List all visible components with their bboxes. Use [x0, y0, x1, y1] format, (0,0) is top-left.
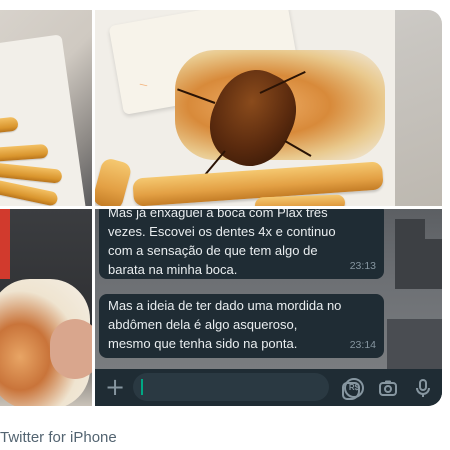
- plus-icon[interactable]: +: [105, 375, 125, 399]
- photo-cockroach-in-wrap[interactable]: \: [95, 10, 442, 206]
- payment-icon[interactable]: R$: [344, 378, 364, 398]
- tweet-media-grid[interactable]: \ Mas já enxaguei a boca com Plax três v…: [0, 10, 442, 406]
- building: [420, 239, 442, 289]
- message-line: mesmo que tenha sido na ponta.: [108, 336, 298, 351]
- message-line: Mas já enxaguei a boca com Plax três: [108, 209, 328, 220]
- message-line: vezes. Escovei os dentes 4x e continuo: [108, 224, 336, 239]
- message-input[interactable]: [133, 373, 360, 401]
- text-caret: [141, 379, 143, 395]
- message-time: 23:13: [349, 260, 376, 272]
- message-text: Mas a ideia de ter dado uma mordida no a…: [108, 296, 370, 353]
- hand: [50, 319, 92, 379]
- camera-icon[interactable]: [378, 378, 398, 398]
- photo-fries-tray[interactable]: [0, 10, 92, 206]
- photo-bitten-wrap[interactable]: [0, 209, 92, 406]
- chat-message: Mas a ideia de ter dado uma mordida no a…: [99, 294, 384, 358]
- photo-chat-screenshot[interactable]: Mas já enxaguei a boca com Plax três vez…: [95, 209, 442, 406]
- message-line: Mas a ideia de ter dado uma mordida no: [108, 298, 342, 313]
- chat-input-bar: + R$: [95, 369, 442, 406]
- message-line: com a sensação de que tem algo de: [108, 243, 318, 258]
- message-line: abdômen dela é algo asqueroso,: [108, 317, 298, 332]
- tweet-source-label[interactable]: Twitter for iPhone: [0, 429, 117, 446]
- fry: [254, 194, 346, 206]
- message-line: barata na minha boca.: [108, 262, 238, 277]
- message-text: Mas já enxaguei a boca com Plax três vez…: [108, 209, 370, 279]
- message-time: 23:14: [349, 339, 376, 351]
- chat-message: Mas já enxaguei a boca com Plax três vez…: [99, 209, 384, 279]
- crowd: [387, 319, 442, 369]
- red-cup: [0, 209, 10, 279]
- microphone-icon[interactable]: [413, 378, 433, 398]
